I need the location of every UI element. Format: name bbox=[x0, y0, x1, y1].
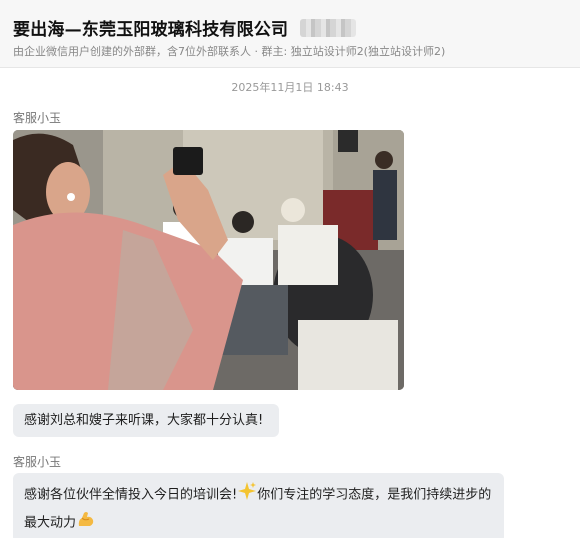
chat-subtitle: 由企业微信用户创建的外部群，含7位外部联系人 · 群主: 独立站设计师2(独立站… bbox=[13, 45, 446, 58]
message-photo[interactable] bbox=[13, 130, 404, 390]
sender-name[interactable]: 客服小玉 bbox=[13, 453, 61, 470]
message-bubble[interactable]: 感谢刘总和嫂子来听课，大家都十分认真! bbox=[13, 404, 279, 437]
training-photo-image bbox=[13, 130, 404, 390]
chat-title-row: 要出海—东莞玉阳玻璃科技有限公司 bbox=[13, 15, 357, 40]
sender-name[interactable]: 客服小玉 bbox=[13, 109, 61, 126]
blurred-name bbox=[300, 18, 357, 37]
message-text-part1: 感谢各位伙伴全情投入今日的培训会! bbox=[24, 487, 238, 503]
message-text: 感谢刘总和嫂子来听课，大家都十分认真! bbox=[24, 413, 264, 428]
message-timestamp: 2025年11月1日 18:43 bbox=[231, 81, 349, 94]
flexed-biceps-emoji-icon bbox=[76, 509, 96, 537]
chat-title[interactable]: 要出海—东莞玉阳玻璃科技有限公司 bbox=[13, 15, 288, 40]
sparkles-emoji-icon bbox=[237, 481, 257, 509]
chat-header: 要出海—东莞玉阳玻璃科技有限公司 由企业微信用户创建的外部群，含7位外部联系人 … bbox=[0, 0, 580, 68]
message-bubble[interactable]: 感谢各位伙伴全情投入今日的培训会! 你们专注的学习态度，是我们持续进步的最大动力 bbox=[13, 473, 504, 538]
